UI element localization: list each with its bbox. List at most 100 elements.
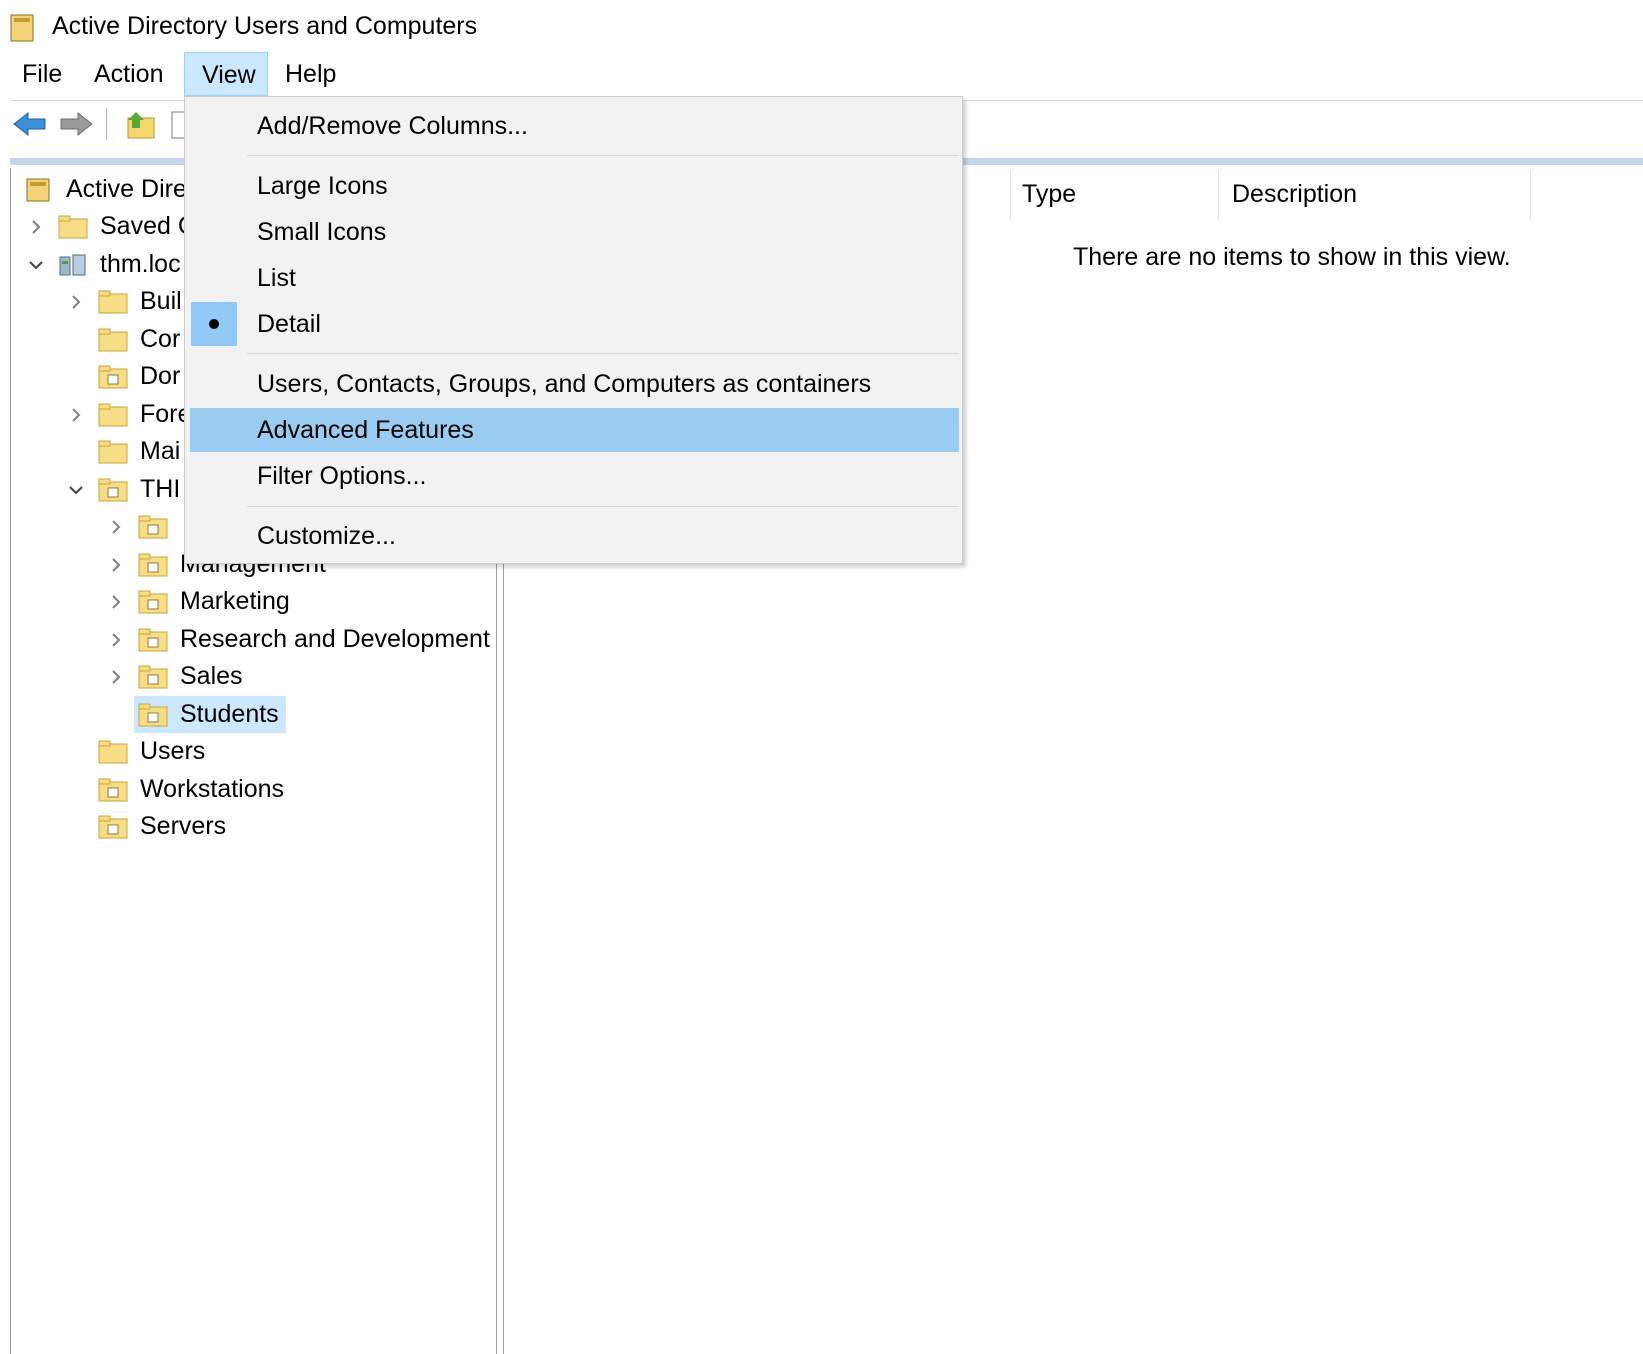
tree-item-foreign-security[interactable]: Fore — [66, 396, 191, 433]
menu-help[interactable]: Help — [273, 52, 348, 96]
tree-item-label: THI — [140, 475, 181, 503]
menu-item-customize[interactable]: Customize... — [190, 514, 959, 558]
menu-separator — [247, 155, 959, 156]
menu-item-list[interactable]: List — [190, 256, 959, 300]
chevron-right-icon[interactable] — [106, 555, 126, 575]
ou-folder-icon — [98, 478, 128, 501]
tree-item-users[interactable]: Users — [98, 733, 205, 770]
column-divider[interactable] — [1530, 170, 1531, 220]
menu-separator — [247, 353, 959, 354]
tree-item-builtin[interactable]: Buil — [66, 283, 182, 320]
tree-item-students[interactable]: Students — [134, 696, 286, 733]
menu-item-add-remove-columns[interactable]: Add/Remove Columns... — [190, 104, 959, 148]
tree-item-label: Cor — [140, 325, 181, 353]
menu-item-label: Large Icons — [257, 172, 388, 200]
tree-item-label: Sales — [180, 662, 243, 690]
up-folder-icon[interactable] — [126, 110, 158, 140]
tree-item-label: Research and Development — [180, 625, 490, 653]
menu-view[interactable]: View — [184, 52, 268, 96]
ou-folder-icon — [138, 703, 168, 726]
ou-folder-icon — [98, 778, 128, 801]
ad-console-icon — [10, 14, 34, 42]
ou-folder-icon — [138, 553, 168, 576]
tree-item-label: Mai — [140, 437, 181, 465]
chevron-down-icon[interactable] — [26, 255, 46, 275]
menu-item-detail[interactable]: Detail — [190, 302, 959, 346]
chevron-right-icon[interactable] — [106, 592, 126, 612]
chevron-right-icon[interactable] — [66, 292, 86, 312]
menu-item-label: Filter Options... — [257, 462, 427, 490]
column-divider[interactable] — [1010, 170, 1011, 220]
radio-dot-icon — [209, 319, 219, 329]
ou-folder-icon — [138, 628, 168, 651]
menu-action[interactable]: Action — [82, 52, 175, 96]
chevron-down-icon[interactable] — [66, 480, 86, 500]
folder-icon — [98, 740, 128, 763]
menu-item-label: Customize... — [257, 522, 396, 550]
chevron-right-icon[interactable] — [106, 667, 126, 687]
tree-item-label: Students — [180, 700, 279, 728]
chevron-right-icon[interactable] — [106, 630, 126, 650]
chevron-right-icon[interactable] — [106, 517, 126, 537]
menu-separator — [247, 506, 959, 507]
tree-item-label: Workstations — [140, 775, 285, 803]
tree-item-label: thm.loc — [100, 250, 181, 278]
window-title: Active Directory Users and Computers — [52, 12, 478, 40]
tree-item-label: Servers — [140, 812, 227, 840]
tree-item-label: Saved C — [100, 212, 196, 240]
menu-item-label: Detail — [257, 310, 321, 338]
column-divider[interactable] — [1218, 170, 1219, 220]
tree-item-hidden-ou[interactable] — [106, 508, 180, 545]
menu-file[interactable]: File — [10, 52, 74, 96]
folder-icon — [98, 403, 128, 426]
tree-item-workstations[interactable]: Workstations — [98, 771, 284, 808]
menu-item-label: List — [257, 264, 296, 292]
tree-item-computers[interactable]: Cor — [98, 321, 180, 358]
toolbar-separator — [106, 108, 107, 140]
tree-item-sales[interactable]: Sales — [106, 658, 243, 695]
menu-item-label: Small Icons — [257, 218, 387, 246]
column-header-description[interactable]: Description — [1232, 180, 1357, 209]
chevron-right-icon[interactable] — [26, 217, 46, 237]
tree-item-label: Dor — [140, 362, 181, 390]
radio-check-indicator — [191, 302, 237, 346]
tree-item-managed-service[interactable]: Mai — [98, 433, 180, 470]
pane-border — [503, 560, 504, 1354]
menu-item-filter-options[interactable]: Filter Options... — [190, 454, 959, 498]
menu-item-advanced-features[interactable]: Advanced Features — [190, 408, 959, 452]
ou-folder-icon — [138, 590, 168, 613]
tree-item-label: Marketing — [180, 587, 290, 615]
tree-item-marketing[interactable]: Marketing — [106, 583, 290, 620]
ou-folder-icon — [138, 665, 168, 688]
tree-item-domain[interactable]: thm.loc — [26, 246, 181, 283]
tree-item-servers[interactable]: Servers — [98, 808, 226, 845]
tree-item-label: Active Dire — [66, 175, 187, 203]
menu-item-large-icons[interactable]: Large Icons — [190, 164, 959, 208]
empty-view-message: There are no items to show in this view. — [1073, 243, 1511, 271]
tree-item-domain-controllers[interactable]: Dor — [98, 358, 180, 395]
folder-icon — [98, 290, 128, 313]
menu-item-small-icons[interactable]: Small Icons — [190, 210, 959, 254]
ou-folder-icon — [98, 365, 128, 388]
ou-folder-icon — [138, 515, 168, 538]
tree-item-research-development[interactable]: Research and Development — [106, 621, 490, 658]
view-menu-dropdown: Add/Remove Columns... Large Icons Small … — [184, 96, 963, 564]
tree-root-item[interactable]: Active Dire — [24, 171, 187, 208]
menu-item-containers[interactable]: Users, Contacts, Groups, and Computers a… — [190, 362, 959, 406]
menu-item-label: Add/Remove Columns... — [257, 112, 528, 140]
back-arrow-icon[interactable] — [12, 110, 48, 138]
column-header-type[interactable]: Type — [1022, 180, 1076, 209]
tree-item-thm[interactable]: THI — [66, 471, 180, 508]
menu-item-label: Advanced Features — [257, 416, 474, 444]
folder-icon — [98, 328, 128, 351]
tree-item-saved-queries[interactable]: Saved C — [26, 208, 196, 245]
menu-item-label: Users, Contacts, Groups, and Computers a… — [257, 370, 872, 398]
chevron-right-icon[interactable] — [66, 405, 86, 425]
tree-item-label: Users — [140, 737, 206, 765]
show-hide-tree-icon[interactable] — [170, 110, 184, 140]
forward-arrow-icon[interactable] — [58, 110, 94, 138]
ou-folder-icon — [98, 815, 128, 838]
domain-icon — [59, 254, 86, 275]
folder-icon — [98, 440, 128, 463]
folder-icon — [58, 215, 88, 238]
